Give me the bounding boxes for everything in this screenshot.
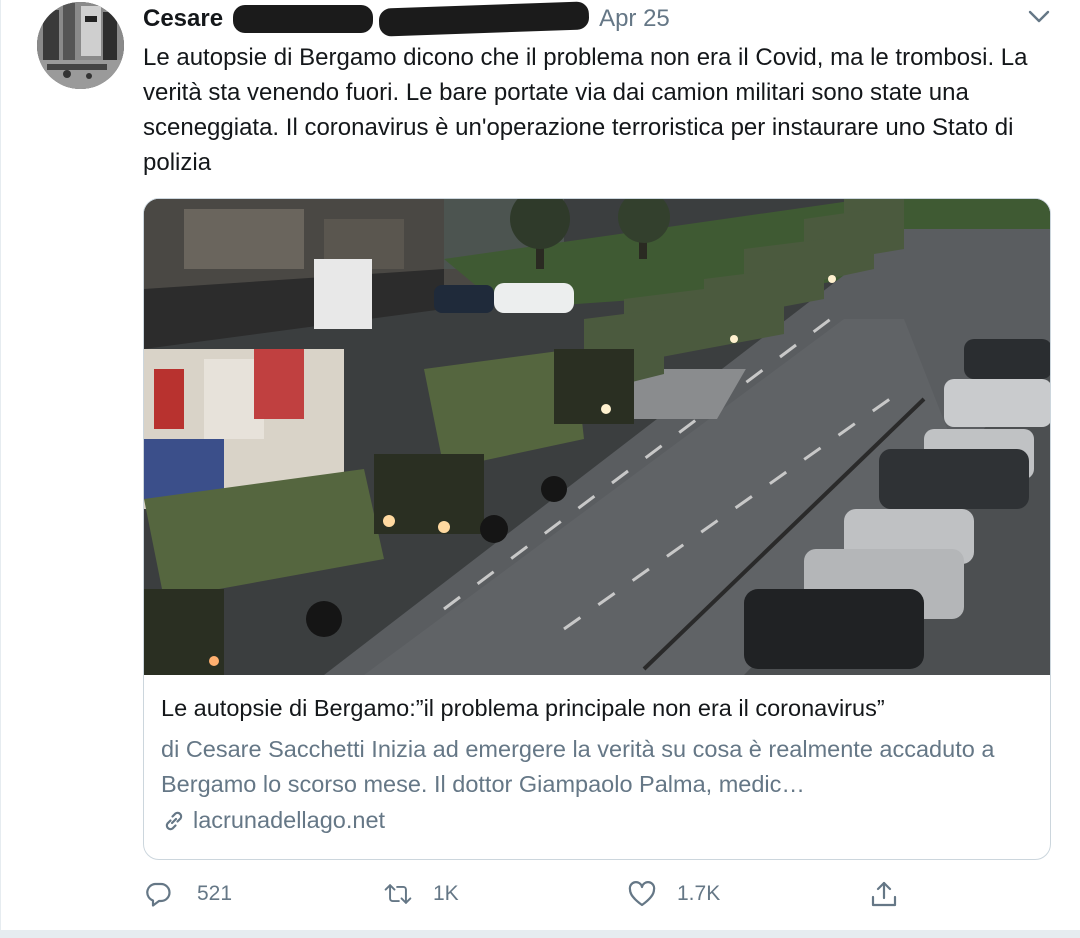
- redaction: [233, 5, 374, 33]
- share-icon: [871, 881, 897, 907]
- heart-icon: [628, 881, 656, 907]
- card-image[interactable]: [144, 199, 1050, 675]
- redaction: [378, 1, 590, 37]
- like-button[interactable]: 1.7K: [627, 872, 720, 916]
- reply-button[interactable]: 521: [143, 872, 232, 916]
- tweet-date[interactable]: Apr 25: [599, 5, 670, 33]
- tweet-header: Cesare Apr 25: [143, 1, 670, 37]
- link-icon: [165, 811, 183, 830]
- retweet-count: 1K: [433, 882, 459, 905]
- card-domain-text[interactable]: lacrunadellago.net: [193, 807, 385, 834]
- share-button[interactable]: [869, 872, 899, 916]
- reply-count: 521: [197, 882, 233, 905]
- card-domain[interactable]: lacrunadellago.net: [161, 807, 385, 834]
- tweet-text: Le autopsie di Bergamo dicono che il pro…: [143, 44, 1028, 176]
- tweet-actions: 521 1K 1.7K: [143, 872, 903, 916]
- card-description: di Cesare Sacchetti Inizia ad emergere l…: [161, 736, 995, 797]
- like-count: 1.7K: [677, 882, 721, 905]
- retweet-icon: [384, 884, 412, 904]
- card-title[interactable]: Le autopsie di Bergamo:”il problema prin…: [161, 695, 1041, 722]
- reply-icon: [146, 882, 171, 907]
- tweet[interactable]: Cesare Apr 25 Le autopsie di Bergamo dic…: [0, 0, 1080, 938]
- link-card[interactable]: Le autopsie di Bergamo:”il problema prin…: [143, 198, 1051, 860]
- chevron-down-icon[interactable]: [1025, 6, 1053, 28]
- display-name[interactable]: Cesare: [143, 5, 223, 33]
- avatar[interactable]: [37, 2, 124, 89]
- divider: [0, 930, 1080, 938]
- retweet-button[interactable]: 1K: [383, 872, 459, 916]
